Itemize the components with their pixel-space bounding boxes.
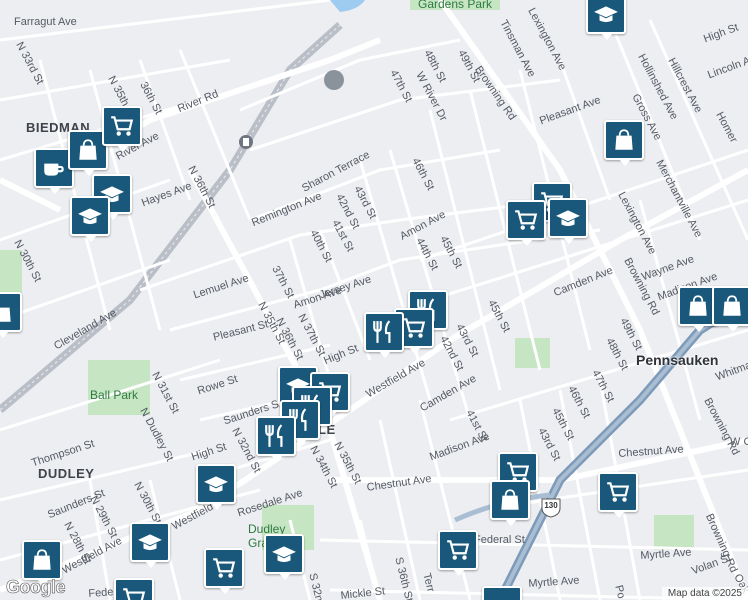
google-logo: Google [6, 577, 66, 598]
shopping-bag-pin[interactable] [604, 120, 644, 166]
shopping-bag-icon [501, 489, 519, 510]
grocery-cart-pin[interactable] [204, 548, 244, 594]
shopping-cart-icon [447, 540, 470, 560]
graduation-cap-icon [78, 208, 102, 225]
shopping-cart-icon [515, 210, 538, 230]
school-pin[interactable] [70, 196, 110, 242]
grocery-cart-pin[interactable] [438, 530, 478, 576]
grocery-cart-pin[interactable] [598, 472, 638, 518]
restaurant-pin[interactable] [256, 416, 296, 462]
grocery-cart-pin[interactable] [506, 200, 546, 246]
graduation-cap-icon [594, 6, 618, 23]
shopping-cart-icon [123, 588, 146, 600]
graduation-cap-icon [138, 534, 162, 551]
school-marker-icon[interactable] [324, 70, 344, 90]
shopping-bag-icon [615, 129, 633, 150]
shopping-bag-icon [0, 307, 11, 322]
restaurant-pin[interactable] [364, 312, 404, 358]
street-label: Fede [88, 586, 114, 600]
graduation-cap-icon [272, 546, 296, 563]
shopping-bag-icon [79, 139, 97, 160]
utensils-icon [373, 320, 391, 343]
shopping-cart-icon [607, 482, 630, 502]
shopping-cart-icon [213, 558, 236, 578]
city-label: Pennsauken [636, 352, 719, 368]
school-pin[interactable] [586, 0, 626, 40]
shopping-cart-icon [111, 116, 134, 136]
graduation-cap-icon [556, 210, 580, 227]
park-label: Gardens Park [418, 0, 493, 11]
coffee-icon [44, 163, 64, 176]
street-label: Federal St [474, 534, 525, 546]
shopping-bag-pin[interactable] [712, 286, 748, 332]
utensils-icon [265, 424, 283, 447]
shopping-bag-pin[interactable] [490, 480, 530, 526]
shopping-cart-icon [403, 318, 426, 338]
map-view[interactable]: Farragut Ave N 33rd St N 35th St 36th St… [0, 0, 748, 600]
shopping-bag-pin[interactable] [0, 292, 22, 338]
school-pin[interactable] [196, 464, 236, 510]
map-attribution[interactable]: Map data ©2025 [661, 587, 748, 600]
neighborhood-label: DUDLEY [38, 466, 95, 481]
park-label: Ball Park [90, 388, 139, 402]
shopping-bag-pin[interactable] [482, 586, 522, 600]
grocery-cart-pin[interactable] [114, 578, 154, 600]
shopping-bag-icon [723, 295, 741, 316]
route-shield: 130 [540, 496, 562, 518]
school-pin[interactable] [548, 198, 588, 244]
street-label: Farragut Ave [14, 16, 77, 28]
graduation-cap-icon [204, 476, 228, 493]
shopping-bag-icon [689, 295, 707, 316]
school-pin[interactable] [264, 534, 304, 580]
shopping-bag-icon [33, 549, 51, 570]
school-pin[interactable] [130, 522, 170, 568]
shopping-bag-icon [489, 593, 515, 600]
shopping-bag-pin[interactable] [22, 540, 62, 586]
route-shield-number: 130 [544, 501, 558, 510]
grocery-cart-pin[interactable] [102, 106, 142, 152]
